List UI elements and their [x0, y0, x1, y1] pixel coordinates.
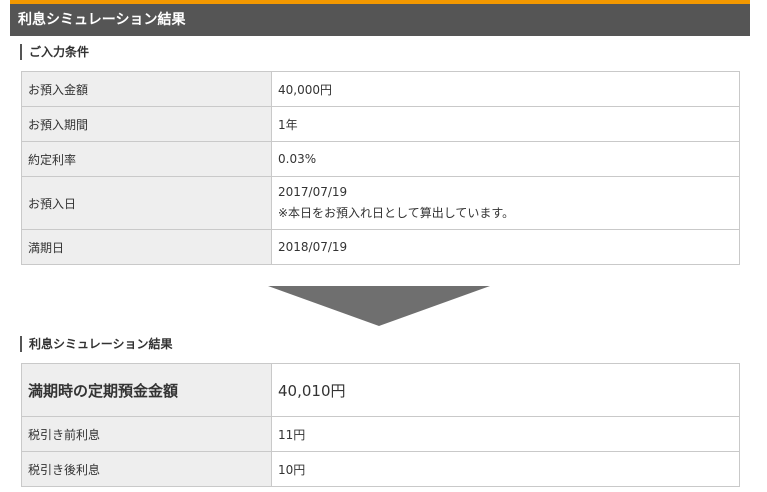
interest-rate-value: 0.03%: [271, 141, 740, 177]
table-row: 満期日 2018/07/19: [21, 229, 740, 265]
down-arrow-icon: [268, 286, 490, 326]
conditions-table: お預入金額 40,000円 お預入期間 1年 約定利率 0.03% お預入日 2…: [21, 71, 740, 265]
table-row: 税引き後利息 10円: [21, 451, 740, 487]
after-tax-interest-label: 税引き後利息: [21, 451, 272, 487]
table-row: お預入金額 40,000円: [21, 71, 740, 107]
maturity-amount-value: 40,010円: [271, 363, 740, 417]
deposit-date-note: ※本日をお預入れ日として算出しています。: [278, 206, 515, 220]
table-row: 約定利率 0.03%: [21, 141, 740, 177]
table-row: 税引き前利息 11円: [21, 416, 740, 452]
maturity-date-label: 満期日: [21, 229, 272, 265]
after-tax-interest-value: 10円: [271, 451, 740, 487]
deposit-amount-label: お預入金額: [21, 71, 272, 107]
conditions-section-title: ご入力条件: [20, 44, 89, 60]
page-header: 利息シミュレーション結果: [10, 0, 750, 36]
results-section-title: 利息シミュレーション結果: [20, 336, 173, 352]
pre-tax-interest-label: 税引き前利息: [21, 416, 272, 452]
deposit-period-label: お預入期間: [21, 106, 272, 142]
interest-rate-label: 約定利率: [21, 141, 272, 177]
page-title: 利息シミュレーション結果: [18, 12, 186, 28]
results-table: 満期時の定期預金金額 40,010円 税引き前利息 11円 税引き後利息 10円: [21, 363, 740, 487]
maturity-amount-label: 満期時の定期預金金額: [21, 363, 272, 417]
maturity-date-value: 2018/07/19: [271, 229, 740, 265]
deposit-date-label: お預入日: [21, 176, 272, 230]
deposit-date-value: 2017/07/19: [278, 185, 348, 199]
deposit-period-value: 1年: [271, 106, 740, 142]
pre-tax-interest-value: 11円: [271, 416, 740, 452]
deposit-date-cell: 2017/07/19 ※本日をお預入れ日として算出しています。: [271, 176, 740, 230]
table-row: 満期時の定期預金金額 40,010円: [21, 363, 740, 417]
table-row: お預入日 2017/07/19 ※本日をお預入れ日として算出しています。: [21, 176, 740, 230]
table-row: お預入期間 1年: [21, 106, 740, 142]
deposit-amount-value: 40,000円: [271, 71, 740, 107]
